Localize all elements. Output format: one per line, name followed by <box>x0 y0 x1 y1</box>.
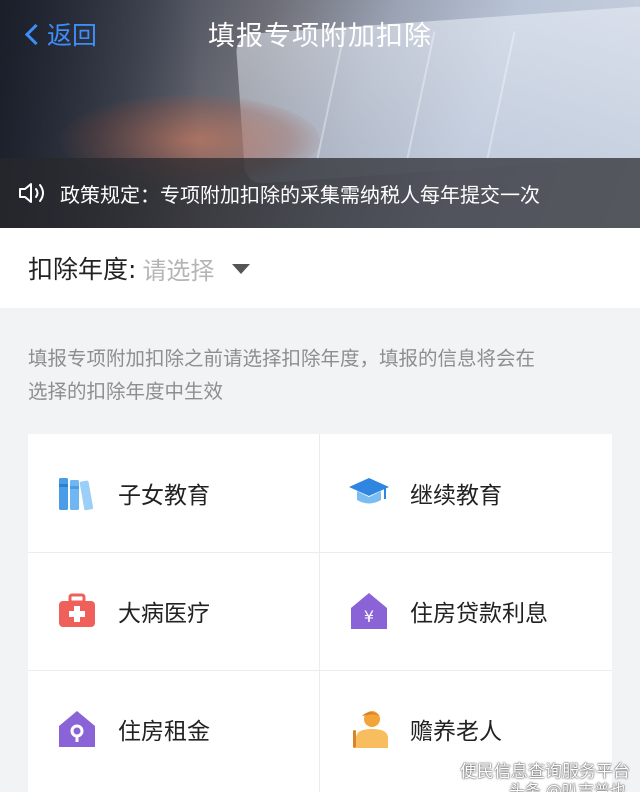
elderly-person-icon <box>353 711 388 748</box>
category-label: 继续教育 <box>410 483 502 509</box>
instruction-line-2: 选择的扣除年度中生效 <box>28 380 224 403</box>
category-label: 子女教育 <box>118 483 210 509</box>
category-serious-illness-medical[interactable]: 大病医疗 <box>28 552 320 670</box>
watermark-subtext: 头条 @叭吉普也 <box>508 781 626 792</box>
dropdown-arrow-icon <box>232 264 251 274</box>
wechat-icon <box>434 762 454 777</box>
category-label: 住房贷款利息 <box>410 601 548 627</box>
speaker-icon <box>19 183 44 203</box>
category-label: 赡养老人 <box>410 719 502 745</box>
page: 返回 填报专项附加扣除 政策规定：专项附加扣除的采集需纳税人每年提交一次 扣除年… <box>0 0 640 792</box>
deduction-year-label: 扣除年度: <box>28 255 137 284</box>
category-continuing-education[interactable]: 继续教育 <box>320 434 612 552</box>
graduation-cap-icon <box>349 478 389 504</box>
category-label: 住房租金 <box>118 719 210 745</box>
house-yuan-icon: ¥ <box>351 593 387 629</box>
instruction-line-1: 填报专项附加扣除之前请选择扣除年度，填报的信息将会在 <box>28 347 536 370</box>
policy-notice-text: 政策规定：专项附加扣除的采集需纳税人每年提交一次 <box>60 182 540 207</box>
category-housing-loan-interest[interactable]: ¥ 住房贷款利息 <box>320 552 612 670</box>
deduction-category-grid: 子女教育 继续教育 大病医疗 ¥ 住房贷款利息 住房租金 赡养老人 <box>28 434 612 792</box>
page-title: 填报专项附加扣除 <box>208 21 432 52</box>
category-housing-rent[interactable]: 住房租金 <box>28 670 320 788</box>
svg-text:¥: ¥ <box>364 607 374 626</box>
category-label: 大病医疗 <box>118 601 210 627</box>
instruction-text: 填报专项附加扣除之前请选择扣除年度，填报的信息将会在 选择的扣除年度中生效 <box>28 342 618 408</box>
nav-bar: 返回 填报专项附加扣除 <box>0 0 640 66</box>
house-key-icon <box>59 711 95 747</box>
medical-kit-icon <box>59 593 95 627</box>
deduction-year-selector[interactable]: 扣除年度: 请选择 <box>0 228 640 308</box>
deduction-year-placeholder: 请选择 <box>142 256 215 285</box>
policy-notice: 政策规定：专项附加扣除的采集需纳税人每年提交一次 <box>0 158 640 228</box>
books-icon <box>59 478 94 511</box>
watermark: 便民信息查询服务平台 头条 @叭吉普也 <box>434 757 630 792</box>
category-children-education[interactable]: 子女教育 <box>28 434 320 552</box>
